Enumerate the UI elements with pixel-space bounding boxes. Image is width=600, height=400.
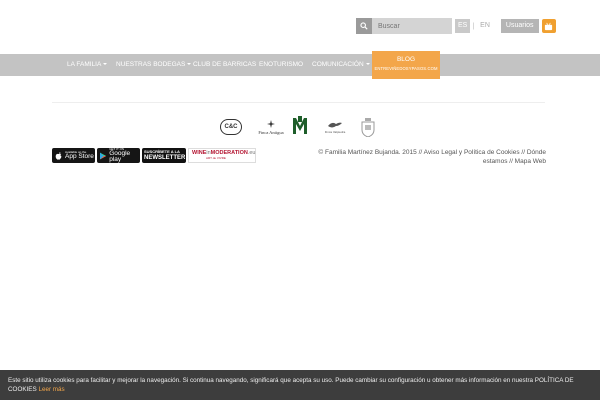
cross-emblem-icon	[267, 119, 275, 128]
nav-item-label: ENOTURISMO	[259, 61, 304, 68]
divider	[52, 102, 545, 103]
finca-antigua-text: Finca Antigua	[258, 129, 284, 135]
nav-item-club-de-barricas[interactable]: CLUB DE BARRICAS	[193, 54, 256, 76]
main-nav: LA FAMILIA NUESTRAS BODEGAS CLUB DE BARR…	[0, 54, 600, 76]
valpiedra-logo[interactable]	[291, 115, 309, 137]
wim-title-eu: .eu	[247, 149, 256, 156]
search-input[interactable]	[372, 18, 452, 34]
footer-copyright: © Familia Martínez Bujanda. 2015 // Avis…	[318, 149, 546, 165]
caret-down-icon	[187, 63, 192, 66]
newsletter-badge[interactable]: SUSCRÍBETE A LA NEWSLETTER	[142, 148, 186, 163]
youtube-icon	[544, 22, 553, 30]
google-play-icon	[100, 152, 107, 159]
blog-subtitle: ENTREVIÑEDOSYPASOS.COM	[374, 66, 438, 71]
wim-subtitle: ART de VIVRE	[206, 156, 226, 161]
cookie-banner: Este sitio utiliza cookies para facilita…	[0, 370, 600, 400]
nav-item-la-familia[interactable]: LA FAMILIA	[67, 54, 108, 76]
search-icon	[360, 22, 368, 30]
nav-item-label: LA FAMILIA	[67, 61, 102, 68]
lang-separator: |	[472, 22, 475, 30]
app-store-label: App Store	[65, 152, 94, 160]
coat-of-arms-icon	[361, 117, 375, 137]
lang-es-link[interactable]: ES	[455, 19, 471, 33]
nav-item-nuestras-bodegas[interactable]: NUESTRAS BODEGAS	[116, 54, 192, 76]
top-bar: ES | EN Usuarios	[356, 18, 556, 34]
newsletter-caption: SUSCRÍBETE A LA	[144, 149, 180, 154]
nav-item-comunicacion[interactable]: COMUNICACIÓN	[312, 54, 370, 76]
wim-title-moderation: MODERATION	[210, 149, 248, 156]
youtube-button[interactable]	[541, 19, 556, 33]
nav-item-label: CLUB DE BARRICAS	[193, 61, 257, 68]
apple-icon	[55, 151, 62, 160]
wim-title-wine: WINE	[192, 149, 207, 156]
google-play-badge[interactable]: GET IT ON Google play	[97, 147, 140, 163]
cc-logo-mark: C&C	[220, 119, 242, 135]
wine-in-moderation-badge[interactable]: WINEinMODERATION.eu ART de VIVRE	[188, 148, 256, 163]
lang-en-link[interactable]: EN	[477, 19, 493, 33]
bird-emblem-icon	[328, 122, 342, 128]
crest-logo[interactable]	[360, 117, 376, 137]
cookie-text: Este sitio utiliza cookies para facilita…	[8, 377, 574, 393]
newsletter-label: NEWSLETTER	[144, 155, 186, 161]
caret-down-icon	[365, 63, 370, 66]
nav-item-label: NUESTRAS BODEGAS	[116, 61, 186, 68]
caret-down-icon	[103, 63, 108, 66]
finca-valpiedra-text: Finca Valpiedra	[324, 130, 346, 134]
nav-item-enoturismo[interactable]: ENOTURISMO	[259, 54, 303, 76]
cc-logo[interactable]: C&C	[220, 118, 242, 136]
finca-valpiedra-logo[interactable]: Finca Valpiedra	[324, 118, 346, 136]
nav-item-label: COMUNICACIÓN	[312, 61, 364, 68]
nav-item-blog[interactable]: BLOG ENTREVIÑEDOSYPASOS.COM	[372, 51, 440, 79]
blog-title: BLOG	[396, 56, 416, 63]
finca-antigua-logo[interactable]: Finca Antigua	[256, 118, 286, 136]
mp-monogram-icon	[293, 116, 307, 134]
cookie-read-more-link[interactable]: Leer más	[38, 386, 64, 393]
cc-logo-text: C&C	[224, 124, 238, 130]
users-button[interactable]: Usuarios	[500, 19, 539, 33]
search-button[interactable]	[356, 18, 372, 34]
app-store-badge[interactable]: Available on the App Store	[52, 148, 95, 163]
google-play-label: Google play	[109, 149, 131, 163]
